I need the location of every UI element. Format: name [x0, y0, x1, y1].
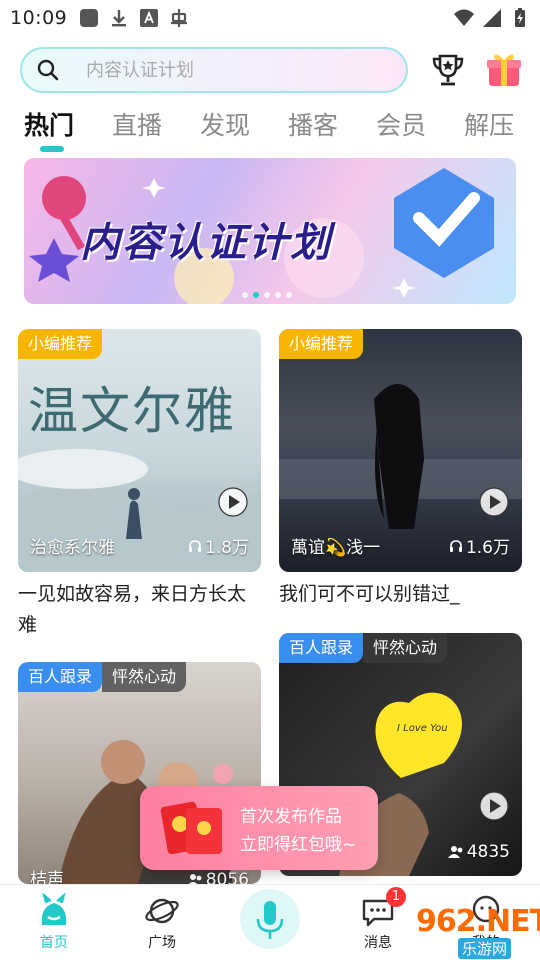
content-card[interactable]: 小编推荐 萬谊💫浅一 1.6万 我们可不可以别错过_ [279, 329, 522, 609]
badge-topic: 怦然心动 [102, 662, 187, 692]
tab-vip[interactable]: 会员 [376, 104, 426, 148]
card-badge: 百人跟录 怦然心动 [18, 662, 187, 692]
wifi-icon [454, 9, 474, 26]
first-post-promo[interactable]: 首次发布作品 立即得红包哦~ [140, 786, 378, 870]
play-count-value: 1.8万 [204, 538, 249, 558]
play-icon[interactable] [479, 487, 509, 517]
watermark-logo: 962.NET [416, 904, 540, 939]
badge-label: 小编推荐 [279, 329, 364, 359]
nav-home-label: 首页 [40, 935, 68, 951]
tab-label: 热门 [24, 111, 75, 140]
banner-dot [275, 292, 281, 298]
card-caption: 一见如故容易，来日方长太 难 [18, 579, 246, 641]
join-count: 8056 [187, 870, 249, 884]
tab-live[interactable]: 直播 [112, 104, 162, 148]
cover-calligraphy: 温文尔雅 [28, 382, 236, 440]
card-badge: 百人跟录 怦然心动 [279, 633, 448, 663]
banner-dot [286, 292, 292, 298]
category-tabs: 热门 直播 发现 播客 会员 解压 [24, 104, 540, 154]
search-box[interactable] [20, 47, 408, 93]
nav-square[interactable]: 广场 [122, 893, 202, 952]
gift-icon[interactable] [484, 50, 524, 90]
card-cover: 温文尔雅 小编推荐 治愈系尔雅 1.8万 [18, 329, 261, 572]
home-icon [41, 893, 67, 925]
status-system-icons [454, 8, 530, 28]
tab-active-indicator [40, 146, 64, 152]
badge-label: 百人跟录 [279, 633, 364, 663]
caption-line: 一见如故容易，来日方长太 [18, 583, 247, 605]
text-a-icon [140, 9, 159, 27]
nav-square-label: 广场 [148, 935, 176, 951]
download-icon [112, 10, 127, 27]
promo-line2: 立即得红包哦~ [240, 835, 357, 855]
card-author: 桔声 [30, 870, 64, 884]
people-icon [188, 874, 202, 884]
red-envelope-icon [160, 801, 222, 855]
content-card[interactable]: 温文尔雅 小编推荐 治愈系尔雅 1.8万 一见如故容易，来日方长太 难 [18, 329, 261, 649]
banner-dot [264, 292, 270, 298]
play-icon[interactable] [218, 487, 248, 517]
search-input[interactable] [86, 59, 366, 81]
banner-pagination [242, 292, 292, 298]
site-watermark: 962.NET 乐游网 [402, 904, 540, 959]
bug-icon [171, 9, 188, 27]
play-icon[interactable] [479, 791, 509, 821]
caption-line: 我们可不可以别错过_ [279, 583, 460, 605]
nav-home[interactable]: 首页 [14, 893, 94, 952]
card-caption: 我们可不可以别错过_ [279, 579, 460, 610]
badge-label: 小编推荐 [18, 329, 103, 359]
banner-dot [242, 292, 248, 298]
app-screen: 10:09 热 [0, 0, 540, 960]
watermark-sub: 乐游网 [458, 938, 512, 959]
play-count: 1.8万 [188, 533, 249, 558]
app-notification-icon [80, 9, 99, 27]
record-button[interactable] [240, 889, 300, 949]
badge-label: 百人跟录 [18, 662, 103, 692]
banner-dot-active [253, 292, 259, 298]
play-count-value: 1.6万 [465, 538, 510, 558]
tab-hot[interactable]: 热门 [24, 104, 75, 152]
search-icon [37, 59, 59, 81]
card-cover: 小编推荐 萬谊💫浅一 1.6万 [279, 329, 522, 572]
card-author: 治愈系尔雅 [30, 538, 115, 558]
promo-banner[interactable]: 内容认证计划 [24, 158, 516, 304]
join-count-value: 8056 [205, 870, 249, 884]
status-notification-icons [79, 8, 189, 28]
heart-text: I Love You [397, 723, 448, 734]
play-count: 1.6万 [449, 533, 510, 558]
headphone-icon [449, 539, 462, 552]
caption-line: 难 [18, 614, 38, 636]
microphone-icon [256, 901, 284, 939]
signal-icon [483, 9, 501, 27]
headphone-icon [188, 539, 201, 552]
banner-title: 内容认证计划 [80, 220, 332, 266]
card-badge: 小编推荐 [279, 329, 364, 359]
tab-relax[interactable]: 解压 [464, 104, 514, 148]
tab-podcast[interactable]: 播客 [288, 104, 338, 148]
promo-line1: 首次发布作品 [240, 807, 342, 827]
status-bar: 10:09 [0, 0, 540, 36]
tab-discover[interactable]: 发现 [200, 104, 250, 148]
card-badge: 小编推荐 [18, 329, 103, 359]
card-author: 萬谊💫浅一 [291, 538, 381, 558]
battery-icon [515, 8, 525, 27]
join-count: 4835 [447, 842, 510, 862]
planet-icon [145, 898, 179, 924]
trophy-icon[interactable] [428, 50, 468, 90]
badge-topic: 怦然心动 [363, 633, 448, 663]
search-row [20, 46, 530, 94]
people-icon [447, 846, 463, 858]
join-count-value: 4835 [466, 842, 510, 862]
status-time: 10:09 [10, 7, 68, 29]
